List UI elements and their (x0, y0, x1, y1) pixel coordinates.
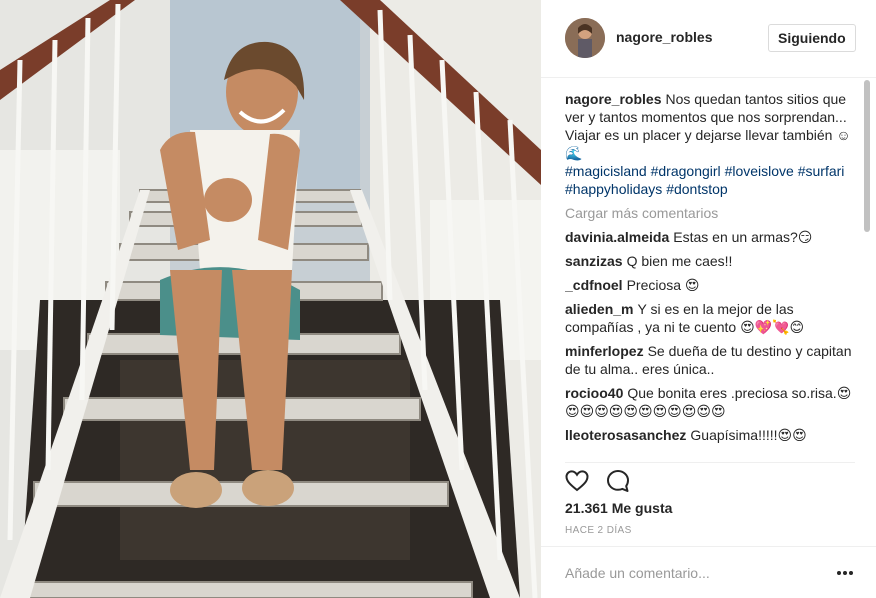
comment: minferlopez Se dueña de tu destino y capi… (565, 342, 855, 378)
caption: nagore_robles Nos quedan tantos sitios qu… (565, 90, 855, 198)
header-username[interactable]: nagore_robles (616, 29, 712, 45)
caption-hashtags: #magicisland #dragongirl #loveislove #su… (565, 162, 855, 198)
post-header: nagore_robles Siguiendo (541, 0, 876, 78)
post-side-panel: nagore_robles Siguiendo nagore_robles Nos… (541, 0, 876, 598)
comment: rocioo40 Que bonita eres .preciosa so.ris… (565, 384, 855, 420)
speech-bubble-icon[interactable] (605, 468, 631, 494)
likes-count[interactable]: 21.361 Me gusta (565, 500, 672, 516)
caption-text-2: Viajar es un placer y dejarse llevar tam… (565, 127, 851, 161)
hashtag-link[interactable]: #magicisland (565, 163, 647, 179)
comment-username[interactable]: _cdfnoel (565, 277, 623, 293)
following-button[interactable]: Siguiendo (768, 24, 856, 52)
comment-username[interactable]: alieden_m (565, 301, 633, 317)
comment-text: Guapísima!!!!!😍😍 (690, 427, 807, 443)
comment-username[interactable]: rocioo40 (565, 385, 623, 401)
comments-list[interactable]: nagore_robles Nos quedan tantos sitios qu… (565, 90, 855, 456)
hashtag-link[interactable]: #dragongirl (651, 163, 721, 179)
instagram-post: nagore_robles Siguiendo nagore_robles Nos… (0, 0, 876, 598)
comment-text: Q bien me caes!! (626, 253, 733, 269)
load-more-comments[interactable]: Cargar más comentarios (565, 204, 855, 222)
action-bar (565, 462, 855, 492)
comment: _cdfnoel Preciosa 😍 (565, 276, 855, 294)
caption-line-1: nagore_robles Nos quedan tantos sitios qu… (565, 90, 855, 126)
comment: lleoterosasanchez Guapísima!!!!!😍😍 (565, 426, 855, 444)
comment-username[interactable]: lleoterosasanchez (565, 427, 686, 443)
comment-text: Estas en un armas?😏 (673, 229, 813, 245)
comment-username[interactable]: minferlopez (565, 343, 644, 359)
hashtag-link[interactable]: #dontstop (666, 181, 728, 197)
post-photo[interactable] (0, 0, 541, 598)
avatar[interactable] (565, 18, 605, 58)
caption-username[interactable]: nagore_robles (565, 91, 661, 107)
heart-icon[interactable] (564, 468, 590, 494)
comment: sanzizas Q bien me caes!! (565, 252, 855, 270)
add-comment-section (541, 546, 876, 598)
post-time: HACE 2 DÍAS (565, 525, 632, 536)
add-comment-input[interactable] (565, 562, 815, 584)
ellipsis-icon[interactable] (834, 565, 856, 581)
hashtag-link[interactable]: #loveislove (725, 163, 794, 179)
comment: alieden_m Y si es en la mejor de las comp… (565, 300, 855, 336)
comment: davinia.almeida Estas en un armas?😏 (565, 228, 855, 246)
comment-username[interactable]: sanzizas (565, 253, 623, 269)
comment-text: Preciosa 😍 (626, 277, 700, 293)
post-photo-illustration (0, 0, 541, 598)
avatar-image (565, 18, 605, 58)
comment-username[interactable]: davinia.almeida (565, 229, 669, 245)
hashtag-link[interactable]: #happyholidays (565, 181, 662, 197)
comments-scrollbar[interactable] (864, 80, 870, 232)
hashtag-link[interactable]: #surfari (798, 163, 845, 179)
